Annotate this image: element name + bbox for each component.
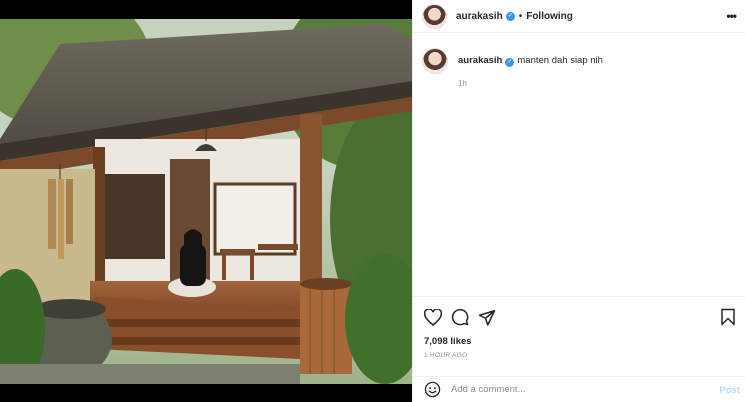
caption-text: manten dah siap nih <box>517 55 603 66</box>
instagram-post: aurakasih ✓ • Following ••• aurakasih ✓ ma… <box>0 0 745 402</box>
following-button[interactable]: Following <box>526 11 573 22</box>
bookmark-icon[interactable] <box>718 307 738 327</box>
caption-time[interactable]: 1h <box>458 79 603 88</box>
action-bar <box>413 296 745 336</box>
avatar[interactable] <box>422 3 447 29</box>
post-header: aurakasih ✓ • Following ••• <box>413 0 745 33</box>
post-side-panel: aurakasih ✓ • Following ••• aurakasih ✓ ma… <box>412 0 745 402</box>
comment-icon[interactable] <box>450 307 470 327</box>
comment-icon-svg <box>451 308 469 326</box>
caption-comment: aurakasih ✓ manten dah siap nih 1h <box>422 48 603 88</box>
comment-input[interactable] <box>451 384 701 395</box>
more-options-icon[interactable]: ••• <box>726 9 737 23</box>
heart-icon-svg <box>424 308 442 326</box>
bookmark-icon-svg <box>721 308 735 326</box>
caption-body: aurakasih ✓ manten dah siap nih 1h <box>458 55 603 88</box>
username[interactable]: aurakasih <box>456 11 503 22</box>
post-comment-button[interactable]: Post <box>719 385 740 396</box>
verified-badge-icon: ✓ <box>505 58 515 67</box>
smiley-icon[interactable] <box>424 381 441 398</box>
caption-line: aurakasih ✓ manten dah siap nih <box>458 55 603 67</box>
caption-username[interactable]: aurakasih <box>458 55 502 66</box>
paper-plane-icon[interactable] <box>477 307 497 327</box>
caption-avatar[interactable] <box>422 48 448 74</box>
post-timestamp[interactable]: 1 HOUR AGO <box>424 352 467 359</box>
photo-illustration <box>0 19 412 384</box>
heart-icon[interactable] <box>423 307 443 327</box>
verified-badge-icon: ✓ <box>505 11 515 21</box>
likes-count[interactable]: 7,098 likes <box>424 336 472 347</box>
post-photo[interactable] <box>0 19 412 384</box>
add-comment-bar: Post <box>413 376 745 402</box>
post-media <box>0 0 412 402</box>
paper-plane-icon-svg <box>478 309 496 326</box>
separator-dot: • <box>518 10 523 22</box>
